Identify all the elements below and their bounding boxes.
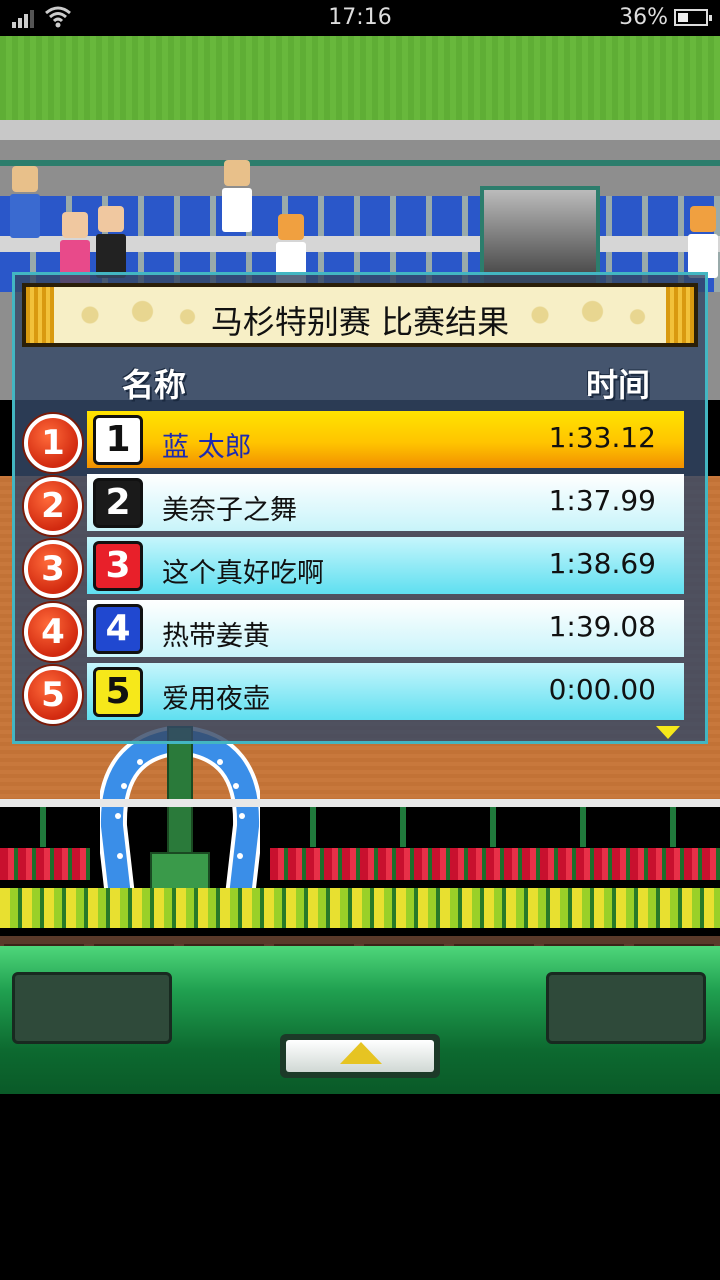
horse-name: 这个真好吃啊	[162, 558, 324, 589]
finish-time: 1:39.08	[548, 610, 656, 643]
spectator	[8, 166, 42, 246]
column-header-time: 时间	[586, 366, 651, 404]
finish-rank-badge: 4	[24, 603, 82, 661]
clock: 17:16	[328, 5, 392, 30]
result-row[interactable]: 5 爱用夜壶 0:00.00	[87, 663, 684, 720]
finish-time: 1:38.69	[548, 547, 656, 580]
scroll-down-arrow-icon[interactable]	[656, 726, 680, 739]
status-bar: 17:16 36%	[0, 0, 720, 36]
gate-number-badge: 3	[93, 541, 143, 591]
results-title-banner: 马杉特别赛 比赛结果	[22, 283, 698, 347]
gate-number-badge: 4	[93, 604, 143, 654]
gate-number-badge: 5	[93, 667, 143, 717]
battery-icon	[674, 9, 712, 26]
finish-time: 0:00.00	[548, 673, 656, 706]
column-header-name: 名称	[122, 366, 187, 404]
horse-name: 热带姜黄	[162, 621, 270, 652]
result-row[interactable]: 2 美奈子之舞 1:37.99	[87, 474, 684, 531]
result-row[interactable]: 1 蓝 太郎 1:33.12	[87, 411, 684, 468]
outer-path	[0, 120, 720, 140]
results-title: 马杉特别赛 比赛结果	[210, 303, 510, 341]
battery-percent: 36%	[619, 5, 668, 30]
horse-name: 美奈子之舞	[162, 495, 297, 526]
left-panel-button[interactable]	[12, 972, 172, 1044]
infield-grass	[0, 36, 720, 120]
horse-name: 爱用夜壶	[162, 684, 270, 715]
finish-time: 1:33.12	[548, 421, 656, 454]
flower-bed-red	[270, 848, 720, 880]
flower-bed-yellow	[0, 888, 720, 928]
finish-rank-badge: 5	[24, 666, 82, 724]
finish-time: 1:37.99	[548, 484, 656, 517]
gate-number-badge: 2	[93, 478, 143, 528]
right-panel-button[interactable]	[546, 972, 706, 1044]
horse-name: 蓝 太郎	[162, 432, 252, 463]
flower-bed-red	[0, 848, 90, 880]
gate-number-badge: 1	[93, 415, 143, 465]
result-row[interactable]: 4 热带姜黄 1:39.08	[87, 600, 684, 657]
screen-bottom-area	[0, 1130, 720, 1280]
finish-rank-badge: 2	[24, 477, 82, 535]
spectator	[220, 160, 254, 240]
result-row[interactable]: 3 这个真好吃啊 1:38.69	[87, 537, 684, 594]
up-arrow-icon	[340, 1042, 382, 1064]
finish-rank-badge: 1	[24, 414, 82, 472]
finish-rank-badge: 3	[24, 540, 82, 598]
track-fence	[0, 799, 720, 807]
